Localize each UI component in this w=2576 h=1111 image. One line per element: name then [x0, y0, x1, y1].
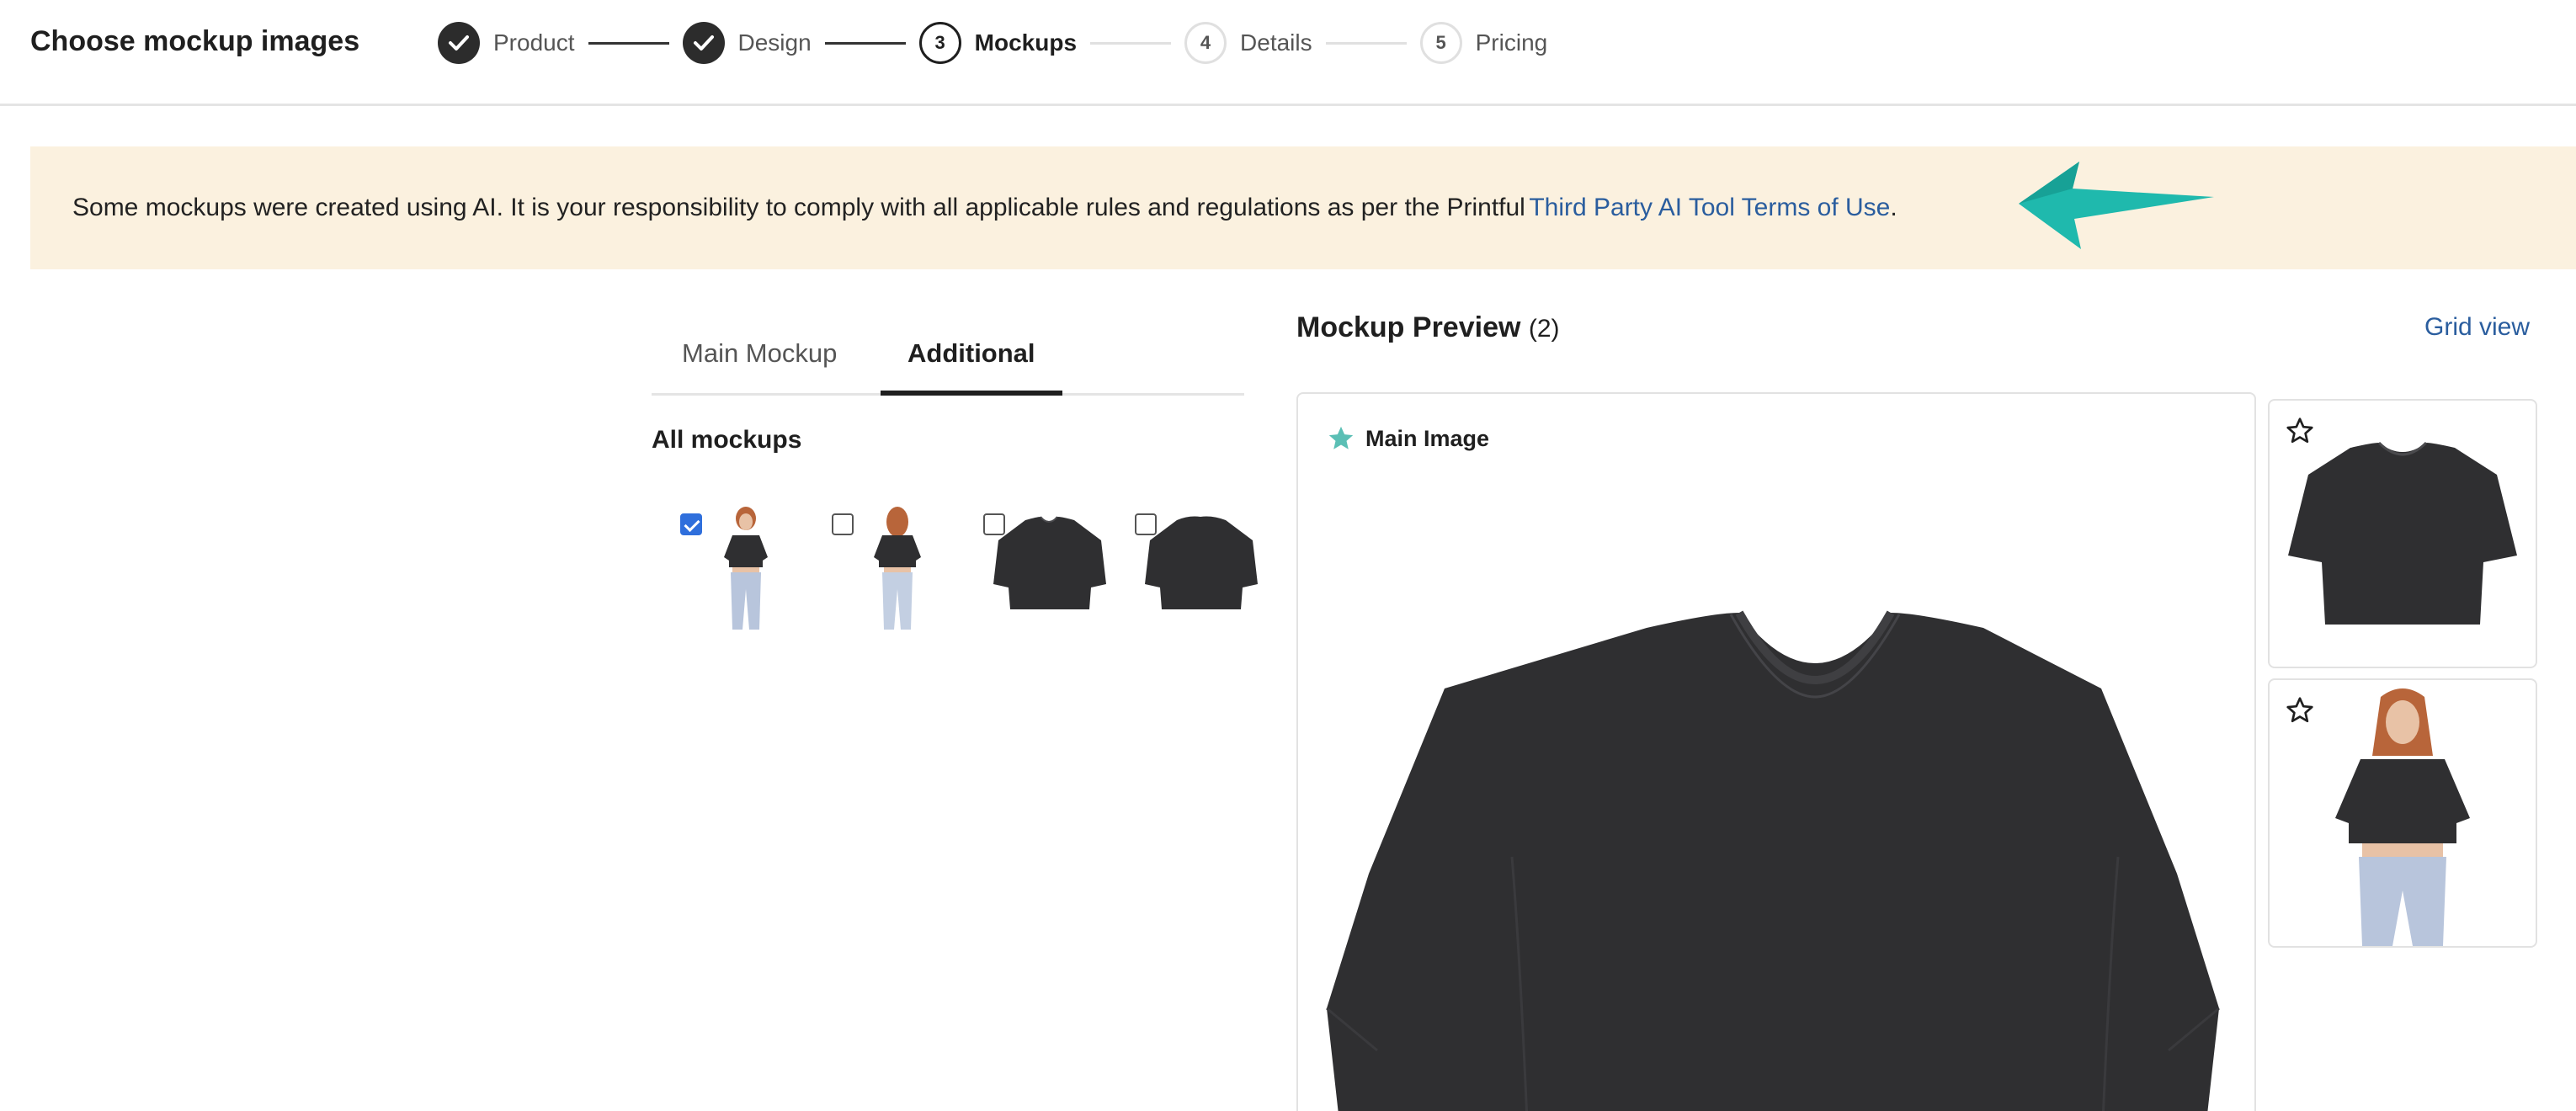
active-tab-indicator: [881, 391, 1062, 396]
mockup-preview-title: Mockup Preview (2): [1296, 311, 1560, 344]
step-label: Design: [737, 29, 812, 56]
progress-stepper: Product Design 3 Mockups 4 Details 5 Pri…: [438, 20, 1547, 66]
page-title: Choose mockup images: [30, 25, 360, 57]
page-header: Choose mockup images Product Design 3 Mo…: [0, 0, 2576, 106]
main-image-card[interactable]: Main Image: [1296, 392, 2256, 1111]
mockup-thumbnail-list: [652, 503, 1258, 630]
step-connector: [824, 41, 906, 45]
select-checkbox[interactable]: [680, 513, 702, 535]
terms-link[interactable]: Third Party AI Tool Terms of Use: [1529, 194, 1890, 222]
step-label: Pricing: [1475, 29, 1548, 56]
all-mockups-heading: All mockups: [652, 426, 802, 454]
check-icon: [438, 22, 480, 64]
shirt-back-image: [1145, 516, 1258, 609]
select-checkbox[interactable]: [1135, 513, 1157, 535]
mockup-tabs: Main Mockup Additional: [652, 320, 1244, 396]
star-outline-icon[interactable]: [2285, 695, 2315, 726]
step-number: 4: [1184, 22, 1227, 64]
star-outline-icon[interactable]: [2285, 416, 2315, 446]
mockup-thumbnail[interactable]: [1120, 503, 1263, 630]
step-label: Mockups: [974, 29, 1078, 56]
shirt-front-image: [993, 516, 1106, 609]
step-product[interactable]: Product: [438, 22, 575, 64]
main-image-label: Main Image: [1365, 425, 1490, 451]
tab-additional[interactable]: Additional: [907, 338, 1035, 369]
step-connector: [1090, 41, 1172, 45]
mockup-thumbnail[interactable]: [817, 503, 960, 630]
model-front-image: [724, 507, 768, 630]
step-pricing[interactable]: 5 Pricing: [1419, 22, 1548, 64]
star-filled-icon: [1328, 426, 1354, 449]
mockup-thumbnail[interactable]: [665, 503, 808, 630]
check-icon: [682, 22, 725, 64]
step-connector: [588, 41, 669, 45]
select-checkbox[interactable]: [983, 513, 1005, 535]
main-image-badge: Main Image: [1327, 424, 1489, 453]
step-number: 3: [918, 22, 961, 64]
preview-title-text: Mockup Preview: [1296, 311, 1521, 343]
preview-count: (2): [1528, 315, 1560, 343]
mockup-thumbnail[interactable]: [968, 503, 1111, 630]
grid-view-link[interactable]: Grid view: [2424, 313, 2530, 342]
banner-suffix: .: [1890, 194, 1897, 221]
arrow-icon: [2019, 162, 2214, 249]
step-mockups[interactable]: 3 Mockups: [918, 22, 1078, 64]
step-number: 5: [1419, 22, 1462, 64]
step-label: Details: [1240, 29, 1312, 56]
step-label: Product: [493, 29, 575, 56]
select-checkbox[interactable]: [832, 513, 854, 535]
preview-card-model[interactable]: [2268, 678, 2537, 948]
banner-text: Some mockups were created using AI. It i…: [72, 194, 1525, 221]
tab-main-mockup[interactable]: Main Mockup: [682, 338, 837, 369]
step-design[interactable]: Design: [682, 22, 812, 64]
step-connector: [1325, 41, 1407, 45]
model-back-image: [874, 507, 921, 630]
preview-card-shirt[interactable]: [2268, 399, 2537, 668]
step-details[interactable]: 4 Details: [1184, 22, 1312, 64]
main-shirt-image: [1326, 610, 2220, 1111]
